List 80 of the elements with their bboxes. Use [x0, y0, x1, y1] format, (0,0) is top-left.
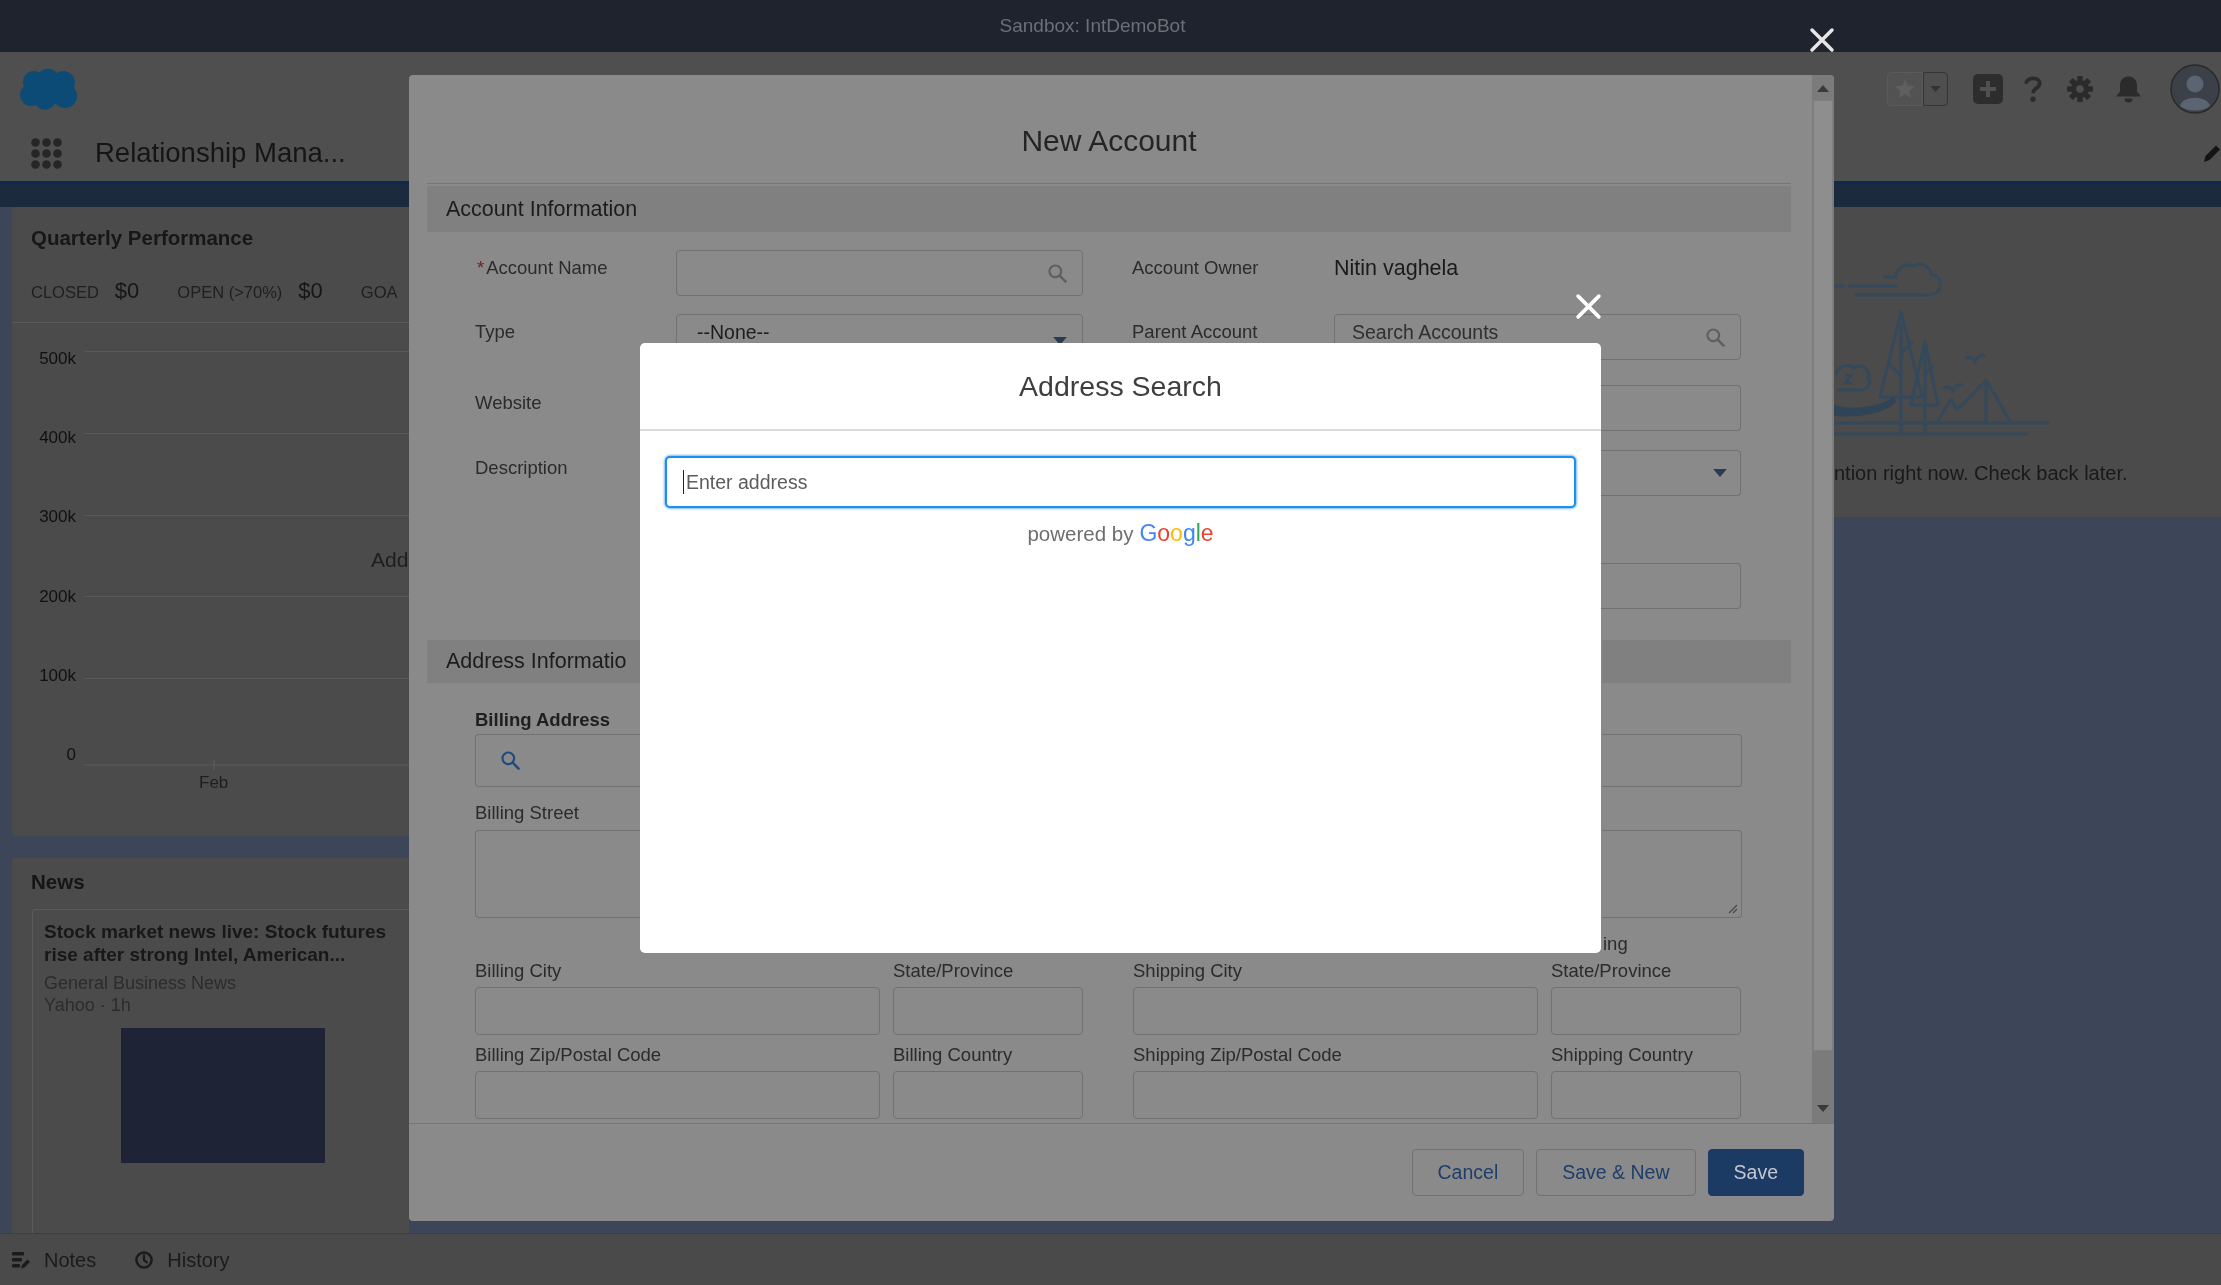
- field-value: Nitin vaghela: [1334, 255, 1459, 281]
- input-field[interactable]: [475, 987, 880, 1035]
- search-icon: [1706, 327, 1725, 347]
- close-icon: [1809, 27, 1835, 53]
- scrollbar[interactable]: [1812, 75, 1834, 1123]
- search-icon: [1048, 263, 1067, 283]
- field-label: Description: [475, 457, 568, 479]
- field-label: Type: [475, 321, 516, 343]
- primary-button[interactable]: Save: [1707, 1149, 1804, 1196]
- clock-icon: [135, 1250, 154, 1269]
- dots-grid-icon[interactable]: [31, 137, 62, 169]
- search-field[interactable]: [475, 734, 640, 787]
- text-area-field[interactable]: [1602, 830, 1742, 918]
- caret-icon: [1713, 469, 1727, 477]
- search-field[interactable]: [676, 250, 1083, 296]
- scrollbar-thumb[interactable]: [1813, 100, 1833, 1051]
- address-search-field[interactable]: Enter address: [665, 456, 1576, 508]
- text-cursor-icon: [683, 470, 684, 494]
- input-field[interactable]: [1133, 987, 1538, 1035]
- input-field[interactable]: [893, 1071, 1083, 1119]
- modal-title: New Account: [1021, 124, 1197, 157]
- field-label: Billing City: [475, 960, 562, 982]
- axis-label: 200k: [39, 585, 76, 608]
- input-field[interactable]: [1551, 987, 1741, 1035]
- field-label: Billing Address: [475, 709, 610, 731]
- attribution-text: powered by: [1027, 521, 1134, 547]
- google-logo: Google: [1139, 520, 1214, 546]
- notes-icon: [12, 1250, 30, 1269]
- modal-title: Address Search: [1019, 369, 1222, 403]
- favorites-button[interactable]: [1887, 71, 1923, 106]
- footer-button[interactable]: Save & New: [1536, 1149, 1696, 1196]
- caret-icon: [1930, 85, 1941, 92]
- axis-label: 500k: [39, 348, 76, 370]
- axis-label: 100k: [39, 664, 76, 687]
- select-field[interactable]: [1601, 450, 1741, 496]
- field-label: Shipping City: [1133, 960, 1242, 982]
- search-icon: [501, 751, 520, 770]
- field-label: Shipping Country: [1551, 1044, 1693, 1066]
- text-area-field[interactable]: [475, 830, 640, 918]
- field-label: Billing Country: [893, 1044, 1013, 1066]
- section-header: Account Information: [427, 186, 1791, 232]
- settings-icon[interactable]: [2067, 75, 2093, 102]
- field-label: Parent Account: [1132, 321, 1258, 343]
- input-field[interactable]: [1551, 1071, 1741, 1119]
- up-arrow-icon[interactable]: [1817, 85, 1829, 92]
- field-label: Shipping Zip/Postal Code: [1133, 1044, 1342, 1066]
- cloud-logo[interactable]: [18, 67, 79, 110]
- axis-label: 300k: [39, 506, 76, 529]
- pencil-icon[interactable]: [2203, 143, 2221, 163]
- field-label: State/Province: [893, 960, 1014, 982]
- required-marker: *: [477, 257, 485, 279]
- help-icon[interactable]: [2023, 75, 2043, 102]
- close-icon: [1575, 293, 1602, 320]
- input-field[interactable]: [1601, 385, 1741, 431]
- sandbox-label: Sandbox: IntDemoBot: [999, 15, 1186, 37]
- plus-icon[interactable]: [1973, 73, 2003, 104]
- axis-label: 0: [66, 743, 76, 766]
- field-label: Billing Street: [475, 802, 579, 824]
- footer-button[interactable]: Cancel: [1411, 1149, 1525, 1196]
- down-arrow-icon[interactable]: [1817, 1105, 1829, 1112]
- field-label: Billing Zip/Postal Code: [475, 1044, 662, 1066]
- close-button[interactable]: [1809, 27, 1835, 53]
- favorites-menu-button[interactable]: [1923, 71, 1948, 106]
- field-label: State/Province: [1551, 960, 1672, 982]
- input-field[interactable]: [475, 1071, 880, 1119]
- user-avatar[interactable]: [2170, 63, 2220, 114]
- section-header: Address Informatio: [427, 640, 640, 683]
- axis-label: 400k: [39, 427, 76, 450]
- field-label: Account Name: [486, 257, 608, 279]
- field-label: ing: [1603, 933, 1628, 955]
- resize-grip-icon: [1728, 904, 1738, 914]
- field-label: Account Owner: [1132, 257, 1259, 279]
- field-label: Website: [475, 392, 542, 414]
- input-field[interactable]: [1602, 734, 1742, 787]
- bell-icon[interactable]: [2114, 74, 2143, 103]
- input-field[interactable]: [1133, 1071, 1538, 1119]
- input-field[interactable]: [1601, 563, 1741, 609]
- app-name: Relationship Mana...: [95, 137, 346, 169]
- caret-icon: [1053, 336, 1067, 345]
- input-field[interactable]: [893, 987, 1083, 1035]
